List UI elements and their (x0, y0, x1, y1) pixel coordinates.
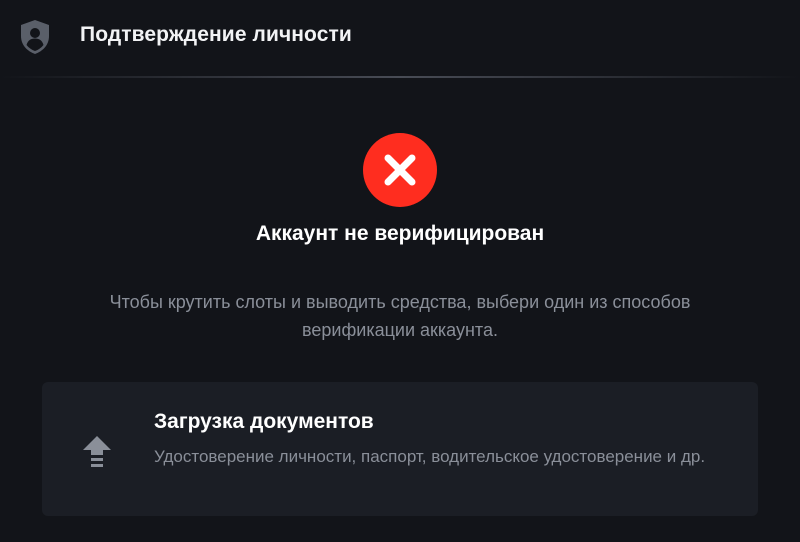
page-header: Подтверждение личности (0, 0, 800, 76)
shield-user-icon (18, 18, 52, 56)
upload-icon (82, 434, 112, 468)
header-divider (0, 76, 800, 78)
option-title: Загрузка документов (154, 410, 374, 433)
page-title: Подтверждение личности (80, 23, 352, 46)
document-upload-option[interactable]: Загрузка документов Удостоверение личнос… (42, 382, 758, 516)
verification-description: Чтобы крутить слоты и выводить средства,… (109, 292, 691, 340)
verification-status-title: Аккаунт не верифицирован (255, 222, 545, 245)
error-x-icon (363, 133, 437, 207)
option-description: Удостоверение личности, паспорт, водител… (154, 447, 706, 466)
